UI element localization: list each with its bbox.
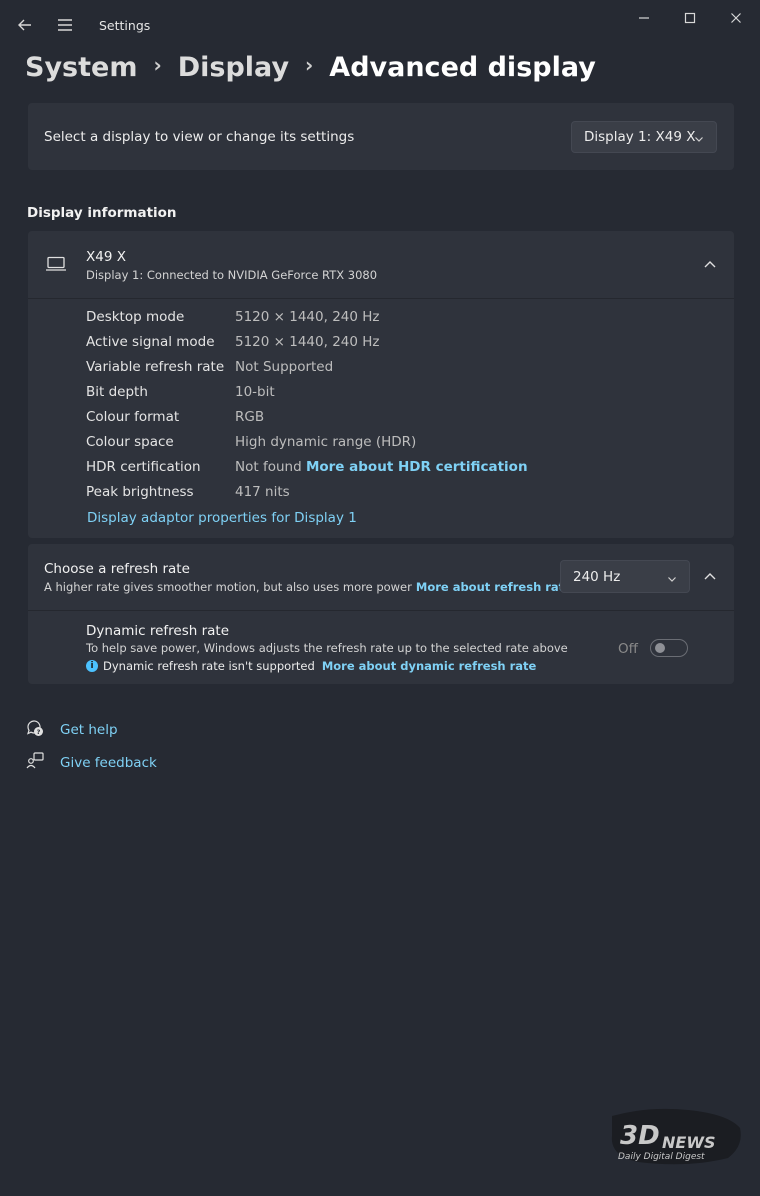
close-icon[interactable] [724, 8, 748, 28]
refresh-rate-description: A higher rate gives smoother motion, but… [44, 580, 572, 594]
display-dropdown-value: Display 1: X49 X [584, 129, 696, 145]
window-title: Settings [99, 18, 151, 33]
chevron-right-icon: › [305, 53, 314, 77]
get-help-label[interactable]: Get help [60, 722, 118, 738]
dynamic-refresh-more-link[interactable]: More about dynamic refresh rate [322, 659, 537, 673]
info-label: Colour space [86, 434, 174, 450]
info-label: HDR certification [86, 459, 201, 475]
display-adaptor-properties-link[interactable]: Display adaptor properties for Display 1 [87, 510, 357, 526]
display-select-card: Select a display to view or change its s… [28, 103, 734, 170]
display-information-header[interactable]: X49 X Display 1: Connected to NVIDIA GeF… [28, 231, 734, 299]
refresh-rate-value: 240 Hz [573, 569, 621, 585]
refresh-rate-header: Choose a refresh rate A higher rate give… [28, 544, 734, 611]
svg-text:3D: 3D [620, 1121, 660, 1151]
svg-text:Daily Digital Digest: Daily Digital Digest [618, 1152, 705, 1162]
help-chat-icon: ? [25, 718, 45, 742]
dynamic-refresh-description: To help save power, Windows adjusts the … [86, 641, 568, 655]
info-value: 5120 × 1440, 240 Hz [235, 334, 380, 350]
display-information-card: X49 X Display 1: Connected to NVIDIA GeF… [28, 231, 734, 538]
info-value: 417 nits [235, 484, 290, 500]
refresh-rate-dropdown[interactable]: 240 Hz [560, 560, 690, 593]
info-value: Not Supported [235, 359, 334, 375]
give-feedback-link[interactable]: Give feedback [25, 751, 157, 775]
hdr-status: Not found [235, 459, 302, 475]
display-dropdown[interactable]: Display 1: X49 X [571, 121, 717, 153]
display-select-label: Select a display to view or change its s… [44, 129, 355, 145]
info-label: Bit depth [86, 384, 148, 400]
info-label: Desktop mode [86, 309, 185, 325]
chevron-down-icon [667, 572, 677, 588]
feedback-icon [25, 751, 45, 775]
refresh-rate-card: Choose a refresh rate A higher rate give… [28, 544, 734, 684]
chevron-right-icon: › [153, 53, 162, 77]
hdr-certification-link[interactable]: More about HDR certification [306, 459, 528, 475]
dynamic-refresh-toggle-label: Off [618, 641, 638, 657]
laptop-icon [45, 256, 67, 276]
info-value: Not found More about HDR certification [235, 459, 528, 475]
dynamic-refresh-toggle[interactable] [650, 639, 688, 657]
info-label: Peak brightness [86, 484, 194, 500]
chevron-up-icon[interactable] [702, 257, 718, 273]
toggle-knob [655, 643, 665, 653]
dynamic-refresh-note-text: Dynamic refresh rate isn't supported [103, 659, 315, 673]
breadcrumb-display[interactable]: Display [178, 52, 289, 83]
breadcrumb: System › Display › Advanced display [25, 47, 596, 87]
info-label: Active signal mode [86, 334, 215, 350]
info-label: Variable refresh rate [86, 359, 225, 375]
dynamic-refresh-title: Dynamic refresh rate [86, 623, 230, 639]
refresh-rate-description-text: A higher rate gives smoother motion, but… [44, 580, 412, 594]
info-value: 10-bit [235, 384, 275, 400]
get-help-link[interactable]: ? Get help [25, 718, 118, 742]
give-feedback-label[interactable]: Give feedback [60, 755, 157, 771]
title-bar: Settings [0, 0, 760, 48]
monitor-name: X49 X [86, 249, 126, 265]
info-value: 5120 × 1440, 240 Hz [235, 309, 380, 325]
refresh-rate-title: Choose a refresh rate [44, 561, 190, 577]
page-title: Advanced display [329, 51, 596, 83]
dynamic-refresh-note: i Dynamic refresh rate isn't supported M… [86, 659, 536, 673]
chevron-up-icon[interactable] [702, 569, 718, 585]
breadcrumb-system[interactable]: System [25, 52, 137, 83]
info-label: Colour format [86, 409, 180, 425]
info-value: High dynamic range (HDR) [235, 434, 417, 450]
chevron-down-icon [694, 132, 704, 148]
svg-text:NEWS: NEWS [662, 1133, 716, 1152]
maximize-icon[interactable] [678, 8, 702, 28]
3dnews-watermark-logo: 3D NEWS Daily Digital Digest [608, 1106, 744, 1168]
back-arrow-icon[interactable] [14, 14, 36, 36]
svg-text:?: ? [37, 728, 41, 736]
monitor-connection: Display 1: Connected to NVIDIA GeForce R… [86, 268, 378, 282]
minimize-icon[interactable] [632, 8, 656, 28]
refresh-rate-more-link[interactable]: More about refresh rate [416, 580, 572, 594]
hamburger-menu-icon[interactable] [54, 14, 76, 36]
info-icon: i [86, 660, 98, 672]
section-title-display-information: Display information [27, 205, 177, 221]
info-value: RGB [235, 409, 265, 425]
